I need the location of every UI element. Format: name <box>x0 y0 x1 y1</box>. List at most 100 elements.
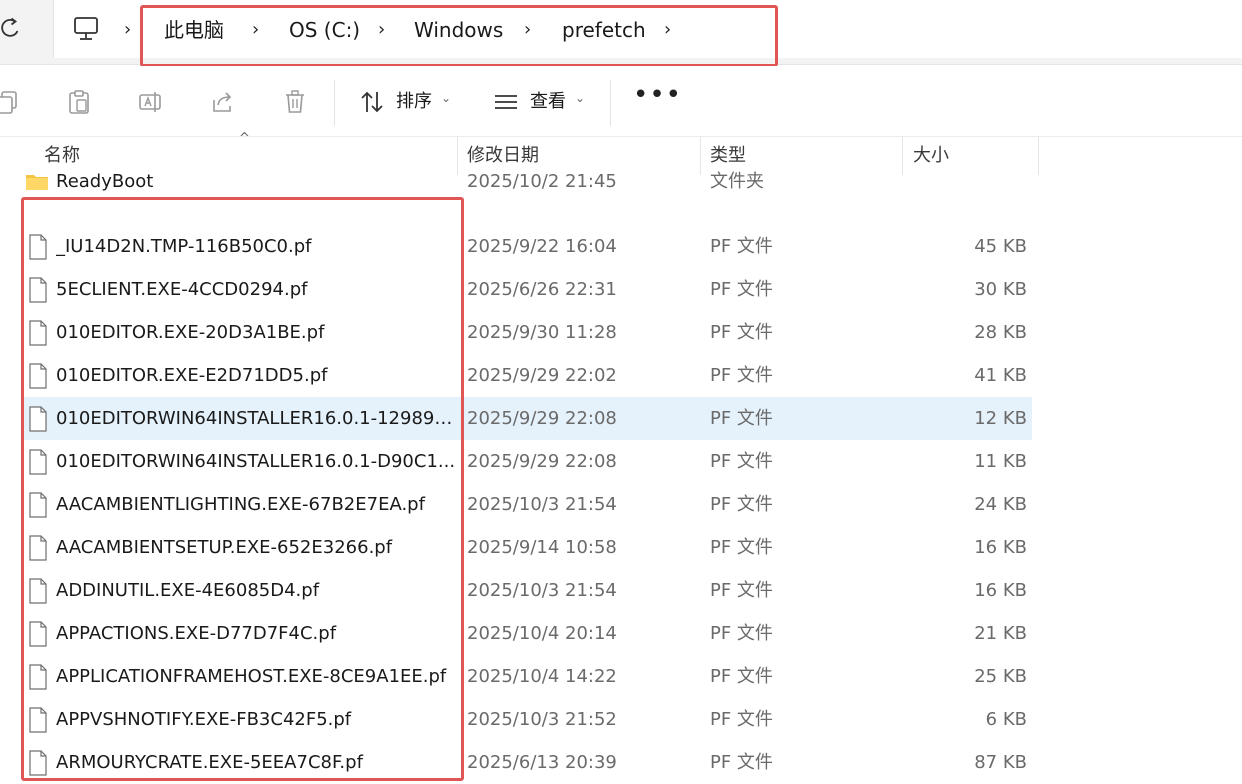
file-modified-date: 2025/10/3 21:54 <box>467 580 617 601</box>
more-options-button[interactable]: ••• <box>633 80 682 110</box>
file-modified-date: 2025/9/29 22:08 <box>467 408 617 429</box>
file-type: PF 文件 <box>710 752 773 773</box>
file-type: PF 文件 <box>710 623 773 644</box>
sort-icon[interactable] <box>358 88 386 116</box>
file-size: 16 KB <box>974 580 1027 601</box>
file-size: 24 KB <box>974 494 1027 515</box>
chevron-down-icon[interactable]: ⌄ <box>575 91 585 105</box>
file-modified-date: 2025/10/2 21:45 <box>467 171 617 192</box>
paste-icon[interactable] <box>65 88 93 116</box>
file-row[interactable]: 010EDITORWIN64INSTALLER16.0.1-129895... 2… <box>22 397 1032 440</box>
file-icon <box>29 277 47 303</box>
file-size: 45 KB <box>974 236 1027 257</box>
chevron-down-icon[interactable]: ⌄ <box>441 91 451 105</box>
file-size: 12 KB <box>974 408 1027 429</box>
file-type: PF 文件 <box>710 408 773 429</box>
file-modified-date: 2025/9/29 22:08 <box>467 451 617 472</box>
file-modified-date: 2025/9/14 10:58 <box>467 537 617 558</box>
copy-icon[interactable] <box>0 88 22 116</box>
address-bar-strip: › 此电脑 › OS (C:) › Windows › prefetch › <box>0 0 1242 65</box>
sort-ascending-icon: ^ <box>239 131 250 146</box>
file-icon <box>29 621 47 647</box>
file-type: PF 文件 <box>710 236 773 257</box>
file-type: PF 文件 <box>710 537 773 558</box>
breadcrumb-drive-c[interactable]: OS (C:) <box>289 16 360 44</box>
column-divider[interactable] <box>1038 137 1039 175</box>
file-modified-date: 2025/9/22 16:04 <box>467 236 617 257</box>
file-row[interactable]: ADDINUTIL.EXE-4E6085D4.pf 2025/10/3 21:54… <box>22 569 1032 612</box>
toolbar-divider <box>334 80 335 126</box>
file-name: _IU14D2N.TMP-116B50C0.pf <box>56 236 312 257</box>
file-name: ADDINUTIL.EXE-4E6085D4.pf <box>56 580 320 601</box>
file-modified-date: 2025/10/4 20:14 <box>467 623 617 644</box>
file-row[interactable]: 010EDITORWIN64INSTALLER16.0.1-D90C1... 20… <box>22 440 1032 483</box>
file-icon <box>29 535 47 561</box>
file-name: ARMOURYCRATE.EXE-5EEA7C8F.pf <box>56 752 363 773</box>
file-icon <box>29 234 47 260</box>
file-row[interactable]: APPACTIONS.EXE-D77D7F4C.pf 2025/10/4 20:1… <box>22 612 1032 655</box>
file-icon <box>29 664 47 690</box>
file-icon <box>29 320 47 346</box>
file-row[interactable]: ARMOURYCRATE.EXE-5EEA7C8F.pf 2025/6/13 20… <box>22 741 1032 784</box>
file-name: AACAMBIENTLIGHTING.EXE-67B2E7EA.pf <box>56 494 425 515</box>
file-row[interactable]: 010EDITOR.EXE-E2D71DD5.pf 2025/9/29 22:02… <box>22 354 1032 397</box>
view-icon[interactable] <box>492 88 520 116</box>
file-name: APPVSHNOTIFY.EXE-FB3C42F5.pf <box>56 709 352 730</box>
file-size: 11 KB <box>974 451 1027 472</box>
folder-icon <box>26 175 48 190</box>
file-size: 28 KB <box>974 322 1027 343</box>
file-type: PF 文件 <box>710 580 773 601</box>
toolbar-divider <box>610 80 611 126</box>
command-bar: 排序 ⌄ 查看 ⌄ ••• <box>0 66 1242 137</box>
file-row[interactable]: 010EDITOR.EXE-20D3A1BE.pf 2025/9/30 11:28… <box>22 311 1032 354</box>
computer-icon[interactable] <box>72 16 100 42</box>
file-modified-date: 2025/10/3 21:54 <box>467 494 617 515</box>
file-size: 41 KB <box>974 365 1027 386</box>
file-type: PF 文件 <box>710 365 773 386</box>
file-icon <box>29 363 47 389</box>
file-row[interactable]: 5ECLIENT.EXE-4CCD0294.pf 2025/6/26 22:31 P… <box>22 268 1032 311</box>
file-row[interactable]: APPLICATIONFRAMEHOST.EXE-8CE9A1EE.pf 2025… <box>22 655 1032 698</box>
file-name: 010EDITOR.EXE-E2D71DD5.pf <box>56 365 328 386</box>
chevron-right-icon[interactable]: › <box>664 18 671 42</box>
sort-button[interactable]: 排序 <box>396 88 432 116</box>
chevron-right-icon[interactable]: › <box>252 18 259 42</box>
file-icon <box>29 707 47 733</box>
file-row[interactable]: _IU14D2N.TMP-116B50C0.pf 2025/9/22 16:04 P… <box>22 225 1032 268</box>
breadcrumb-this-pc[interactable]: 此电脑 <box>164 16 224 44</box>
breadcrumb-windows[interactable]: Windows <box>414 16 503 44</box>
file-size: 25 KB <box>974 666 1027 687</box>
file-name: 010EDITORWIN64INSTALLER16.0.1-D90C1... <box>56 451 456 472</box>
file-modified-date: 2025/6/13 20:39 <box>467 752 617 773</box>
chevron-right-icon[interactable]: › <box>524 18 531 42</box>
rename-icon[interactable] <box>137 88 165 116</box>
address-bar[interactable] <box>53 0 1242 58</box>
breadcrumb-prefetch[interactable]: prefetch <box>562 16 646 44</box>
file-type: 文件夹 <box>710 171 764 192</box>
file-type: PF 文件 <box>710 666 773 687</box>
file-name: AACAMBIENTSETUP.EXE-652E3266.pf <box>56 537 393 558</box>
file-size: 6 KB <box>985 709 1027 730</box>
refresh-icon[interactable] <box>0 16 24 40</box>
file-size: 21 KB <box>974 623 1027 644</box>
file-name: APPACTIONS.EXE-D77D7F4C.pf <box>56 623 337 644</box>
file-row[interactable]: ReadyBoot 2025/10/2 21:45 文件夹 <box>22 160 1032 203</box>
file-name: 010EDITORWIN64INSTALLER16.0.1-129895... <box>56 408 456 429</box>
file-name: ReadyBoot <box>56 171 154 192</box>
share-icon[interactable] <box>209 88 237 116</box>
file-row[interactable]: AACAMBIENTSETUP.EXE-652E3266.pf 2025/9/14… <box>22 526 1032 569</box>
file-type: PF 文件 <box>710 279 773 300</box>
file-row[interactable]: APPVSHNOTIFY.EXE-FB3C42F5.pf 2025/10/3 21… <box>22 698 1032 741</box>
file-type: PF 文件 <box>710 494 773 515</box>
file-size: 87 KB <box>974 752 1027 773</box>
file-icon <box>29 492 47 518</box>
file-modified-date: 2025/6/26 22:31 <box>467 279 617 300</box>
file-icon <box>29 750 47 776</box>
file-row[interactable]: AACAMBIENTLIGHTING.EXE-67B2E7EA.pf 2025/1… <box>22 483 1032 526</box>
file-size: 30 KB <box>974 279 1027 300</box>
chevron-right-icon[interactable]: › <box>124 18 131 42</box>
view-button[interactable]: 查看 <box>530 88 566 116</box>
chevron-right-icon[interactable]: › <box>378 18 385 42</box>
file-size: 16 KB <box>974 537 1027 558</box>
delete-icon[interactable] <box>281 88 309 116</box>
